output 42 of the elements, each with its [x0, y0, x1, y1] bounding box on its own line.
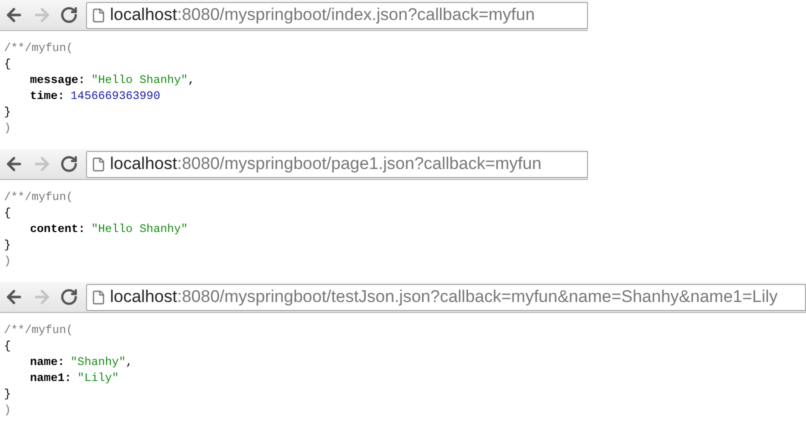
- callback-prefix: /**/myfun(: [4, 190, 74, 206]
- json-value: "Hello Shanhy": [91, 222, 188, 238]
- json-key: content:: [30, 222, 86, 238]
- callback-suffix: ): [4, 254, 11, 270]
- close-brace: }: [4, 238, 11, 254]
- url-path: :8080/myspringboot/testJson.json?callback=myfun&name=Shanhy&name1=Lily: [177, 286, 778, 308]
- open-brace: {: [4, 339, 11, 355]
- url-path: :8080/myspringboot/index.json?callback=myfun: [177, 4, 535, 26]
- json-value: "Hello Shanhy": [91, 73, 188, 89]
- url-host: localhost: [110, 153, 178, 176]
- callback-prefix: /**/myfun(: [4, 323, 74, 339]
- address-field[interactable]: localhost:8080/myspringboot/page1.json?callback=myfun: [86, 150, 588, 178]
- reload-icon[interactable]: [60, 288, 78, 306]
- close-brace: }: [4, 387, 11, 403]
- json-value: 1456669363990: [70, 89, 160, 105]
- address-field[interactable]: localhost:8080/myspringboot/testJson.json?callback=myfun&name=Shanhy&name1=Lily: [86, 284, 806, 310]
- back-icon[interactable]: [4, 154, 24, 174]
- comma: ,: [188, 73, 195, 89]
- json-key: message:: [30, 73, 86, 89]
- json-value: "Shanhy": [70, 355, 126, 371]
- reload-icon[interactable]: [60, 155, 78, 173]
- comma: ,: [126, 355, 133, 371]
- url-path: :8080/myspringboot/page1.json?callback=myfun: [177, 153, 542, 176]
- json-key: time:: [30, 89, 65, 105]
- page-icon: [91, 8, 106, 22]
- callback-suffix: ): [4, 403, 11, 419]
- url-host: localhost: [110, 4, 178, 26]
- page-icon: [91, 156, 106, 172]
- callback-prefix: /**/myfun(: [4, 41, 74, 57]
- reload-icon[interactable]: [60, 6, 78, 24]
- json-key: name1:: [30, 371, 72, 387]
- json-value: "Lily": [77, 371, 119, 387]
- page-icon: [91, 290, 106, 304]
- open-brace: {: [4, 57, 11, 73]
- back-icon[interactable]: [4, 287, 24, 307]
- callback-suffix: ): [4, 121, 11, 137]
- json-key: name:: [30, 355, 65, 371]
- open-brace: {: [4, 206, 11, 222]
- address-field[interactable]: localhost:8080/myspringboot/index.json?callback=myfun: [86, 2, 588, 28]
- url-host: localhost: [110, 286, 178, 308]
- close-brace: }: [4, 105, 11, 121]
- back-icon[interactable]: [4, 5, 24, 25]
